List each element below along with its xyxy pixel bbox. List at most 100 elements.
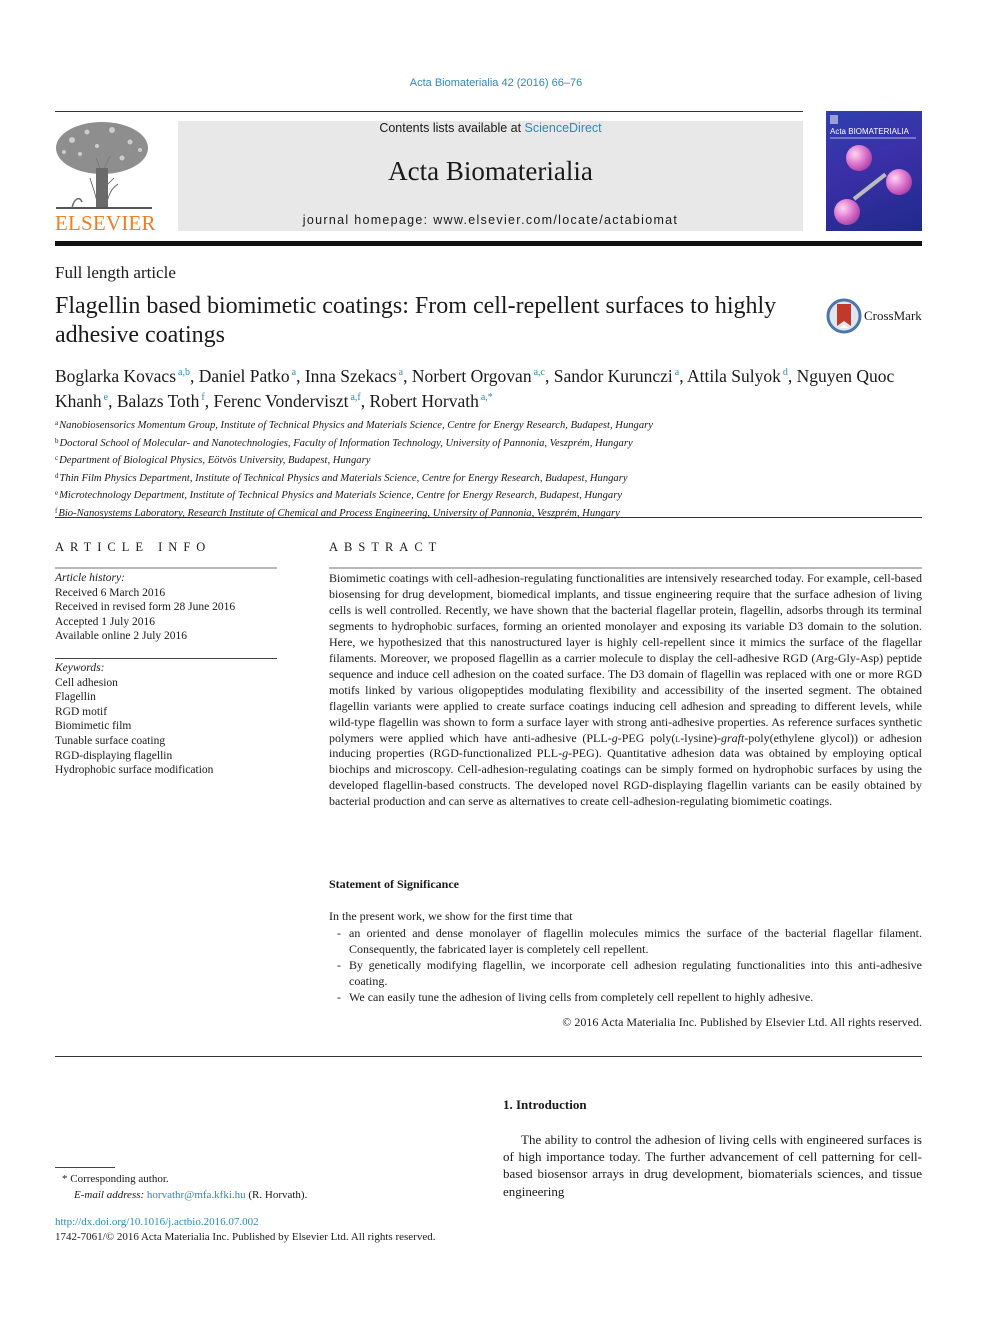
- footnote-divider: [55, 1167, 115, 1168]
- significance-item: an oriented and dense monolayer of flage…: [337, 926, 922, 958]
- keyword-item: Tunable surface coating: [55, 734, 166, 747]
- affiliation-text: Department of Biological Physics, Eötvös…: [59, 455, 371, 466]
- abstract-segment: Biomimetic coatings with cell-adhesion-r…: [329, 571, 922, 745]
- author-name[interactable]: Inna Szekacs: [305, 366, 397, 386]
- author-separator: ,: [679, 366, 688, 386]
- affiliation-item: fBio-Nanosystems Laboratory, Research In…: [55, 504, 935, 522]
- author-name[interactable]: Ferenc Vonderviszt: [214, 391, 349, 411]
- significance-heading: Statement of Significance: [329, 877, 459, 891]
- history-item: Available online 2 July 2016: [55, 630, 188, 643]
- author-list: Boglarka Kovacs a,b, Daniel Patko a, Inn…: [55, 362, 935, 412]
- asterisk-icon: *: [62, 1173, 68, 1185]
- author-affiliation-marker[interactable]: a,*: [479, 392, 493, 403]
- significance-intro: In the present work, we show for the fir…: [329, 909, 573, 923]
- keywords-label: Keywords:: [55, 662, 105, 674]
- author-affiliation-marker[interactable]: a,b: [176, 367, 190, 378]
- abstract-segment: -lysine)-: [680, 730, 721, 745]
- affiliation-text: Doctoral School of Molecular- and Nanote…: [59, 437, 633, 449]
- cover-subtitle-line: [830, 137, 916, 139]
- affiliation-text: Thin Film Physics Department, Institute …: [59, 472, 628, 484]
- keywords: Keywords: Cell adhesion Flagellin RGD mo…: [55, 661, 277, 778]
- cover-publisher-icon: [830, 115, 838, 124]
- author-separator: ,: [544, 366, 554, 386]
- doi-link[interactable]: http://dx.doi.org/10.1016/j.actbio.2016.…: [55, 1216, 259, 1228]
- cover-sphere-icon: [846, 145, 872, 171]
- corresponding-author-footnote: * Corresponding author. E-mail address: …: [62, 1171, 307, 1203]
- author-affiliation-marker[interactable]: a,c: [532, 367, 545, 378]
- author-separator: ,: [403, 366, 412, 386]
- article-type: Full length article: [55, 263, 176, 282]
- journal-homepage-link[interactable]: journal homepage: www.elsevier.com/locat…: [178, 213, 803, 227]
- article-history: Article history: Received 6 March 2016 R…: [55, 571, 277, 644]
- sciencedirect-link[interactable]: ScienceDirect: [525, 121, 602, 135]
- cover-rod: [852, 172, 887, 201]
- email-label: E-mail address:: [74, 1189, 145, 1201]
- author-separator: ,: [204, 391, 214, 411]
- affiliation-text: Microtechnology Department, Institute of…: [59, 490, 623, 501]
- introduction-heading: 1. Introduction: [503, 1097, 587, 1112]
- keyword-item: Flagellin: [55, 691, 96, 704]
- cover-sphere-icon: [834, 199, 860, 225]
- contents-line: Contents lists available at ScienceDirec…: [178, 121, 803, 135]
- history-item: Received 6 March 2016: [55, 586, 166, 599]
- affiliation-key: d: [55, 471, 59, 480]
- top-divider: [55, 111, 803, 112]
- cover-title: Acta BIOMATERIALIA: [830, 127, 909, 136]
- author-separator: ,: [787, 366, 797, 386]
- keyword-item: RGD-displaying flagellin: [55, 749, 173, 762]
- significance-list: an oriented and dense monolayer of flage…: [337, 926, 922, 1006]
- affiliation-item: eMicrotechnology Department, Institute o…: [55, 486, 935, 504]
- keyword-item: Hydrophobic surface modification: [55, 764, 214, 777]
- keyword-item: Cell adhesion: [55, 676, 118, 689]
- affiliation-key: f: [55, 506, 58, 515]
- crossmark-label[interactable]: CrossMark: [864, 308, 922, 324]
- author-name[interactable]: Sandor Kurunczi: [554, 366, 673, 386]
- article-title: Flagellin based biomimetic coatings: Fro…: [55, 293, 777, 348]
- journal-title: Acta Biomaterialia: [388, 156, 593, 186]
- crossmark-icon: [826, 298, 862, 334]
- significance-item: By genetically modifying flagellin, we i…: [337, 958, 922, 990]
- author-affiliation-marker[interactable]: d: [781, 367, 788, 378]
- affiliation-key: e: [55, 489, 59, 497]
- abstract-segment: -PEG poly(: [617, 730, 676, 745]
- affiliation-item: aNanobiosensorics Momentum Group, Instit…: [55, 416, 935, 434]
- cover-sphere-icon: [886, 169, 912, 195]
- affiliation-list: aNanobiosensorics Momentum Group, Instit…: [55, 416, 935, 521]
- author-name[interactable]: Balazs Toth: [117, 391, 200, 411]
- article-info-heading: ARTICLE INFO: [55, 540, 212, 554]
- article-history-label: Article history:: [55, 572, 125, 584]
- affiliation-item: cDepartment of Biological Physics, Eötvö…: [55, 451, 935, 469]
- affiliation-item: dThin Film Physics Department, Institute…: [55, 469, 935, 487]
- contents-prefix: Contents lists available at: [379, 121, 525, 135]
- author-name[interactable]: Robert Horvath: [369, 391, 478, 411]
- significance-item: We can easily tune the adhesion of livin…: [337, 990, 922, 1006]
- corresponding-author-label: Corresponding author.: [70, 1173, 169, 1185]
- keywords-divider: [55, 658, 277, 659]
- affiliation-text: Nanobiosensorics Momentum Group, Institu…: [59, 420, 653, 431]
- introduction-text: The ability to control the adhesion of l…: [503, 1132, 922, 1199]
- journal-reference-link[interactable]: Acta Biomaterialia 42 (2016) 66–76: [0, 77, 992, 89]
- author-name[interactable]: Boglarka Kovacs: [55, 366, 176, 386]
- abstract-italic-segment: graft: [720, 730, 745, 745]
- author-name[interactable]: Norbert Orgovan: [412, 366, 532, 386]
- keyword-item: Biomimetic film: [55, 720, 132, 733]
- history-item: Accepted 1 July 2016: [55, 615, 155, 628]
- abstract-text: Biomimetic coatings with cell-adhesion-r…: [329, 571, 922, 810]
- email-link[interactable]: horvathr@mfa.kfki.hu: [147, 1189, 246, 1201]
- elsevier-wordmark: ELSEVIER: [55, 211, 156, 235]
- author-separator: ,: [296, 366, 305, 386]
- author-name[interactable]: Attila Sulyok: [687, 366, 781, 386]
- section-divider: [55, 517, 922, 518]
- abstract-heading: ABSTRACT: [329, 540, 443, 554]
- author-separator: ,: [108, 391, 117, 411]
- email-suffix: (R. Horvath).: [245, 1189, 308, 1201]
- author-separator: ,: [189, 366, 199, 386]
- affiliation-key: c: [55, 454, 59, 462]
- abstract-divider: [329, 567, 922, 569]
- abstract-copyright: © 2016 Acta Materialia Inc. Published by…: [562, 1015, 922, 1029]
- author-name[interactable]: Daniel Patko: [199, 366, 290, 386]
- header-thick-divider: [55, 241, 922, 246]
- author-affiliation-marker[interactable]: a,f: [348, 392, 360, 403]
- article-info-divider: [55, 567, 277, 569]
- journal-cover-image: Acta BIOMATERIALIA: [826, 111, 922, 231]
